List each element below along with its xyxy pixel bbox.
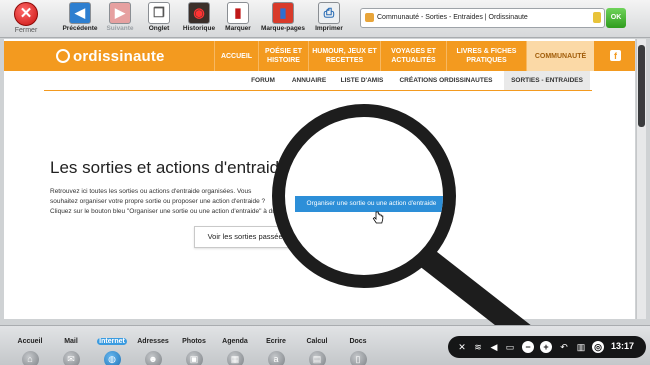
forward-arrow-icon: ▶ <box>109 2 131 24</box>
dock-mail[interactable]: Mail ✉ <box>50 330 92 365</box>
back-button[interactable]: ◀ Précédente <box>60 2 100 32</box>
history-icon: ◉ <box>188 2 210 24</box>
hand-cursor-icon <box>372 211 384 224</box>
forward-button[interactable]: ▶ Suivante <box>102 2 138 32</box>
close-icon: ✕ <box>14 2 38 26</box>
system-tray: ✕ ≋ ◀ ▭ − + ↶ ▥ ◎ 13:17 <box>448 336 646 358</box>
dock-photos[interactable]: Photos ▣ <box>173 330 215 365</box>
close-label: Fermer <box>14 27 38 34</box>
write-icon: a <box>267 351 285 365</box>
globe-icon: ◍ <box>103 351 121 365</box>
dock-ecrire[interactable]: Ecrire a <box>255 330 297 365</box>
nav-communaute[interactable]: COMMUNAUTÉ <box>526 41 594 71</box>
calendar-icon: ▦ <box>226 351 244 365</box>
address-bar[interactable]: Communauté - Sorties - Entraides | Ordis… <box>360 8 605 28</box>
battery-icon[interactable]: ▭ <box>504 341 516 353</box>
nav-voyages[interactable]: VOYAGES ET ACTUALITÉS <box>380 41 446 71</box>
tools-icon[interactable]: ✕ <box>456 341 468 353</box>
nav-poesie[interactable]: POÉSIE ET HISTOIRE <box>258 41 308 71</box>
tab-button[interactable]: ❐ Onglet <box>145 2 173 32</box>
close-button[interactable]: ✕ Fermer <box>6 2 46 38</box>
undo-icon[interactable]: ↶ <box>558 341 570 353</box>
magnifier-lens: Organiser une sortie ou une action d'ent… <box>272 104 456 288</box>
clock: 13:17 <box>611 341 635 351</box>
back-arrow-icon: ◀ <box>69 2 91 24</box>
tab-icon: ❐ <box>148 2 170 24</box>
logo-icon <box>56 49 70 63</box>
bookmark-icon: ▮ <box>227 2 249 24</box>
sub-navigation: FORUM ANNUAIRE LISTE D'AMIS CRÉATIONS OR… <box>44 71 592 91</box>
history-button[interactable]: ◉ Historique <box>180 2 218 32</box>
calculator-icon: ▤ <box>308 351 326 365</box>
subnav-annuaire[interactable]: ANNUAIRE <box>286 71 332 90</box>
address-text: Communauté - Sorties - Entraides | Ordis… <box>377 14 528 21</box>
dock-agenda[interactable]: Agenda ▦ <box>214 330 256 365</box>
dock-calcul[interactable]: Calcul ▤ <box>296 330 338 365</box>
page-title: Les sorties et actions d'entraide <box>50 158 289 177</box>
go-button[interactable]: OK <box>606 8 626 28</box>
nav-accueil[interactable]: ACCUEIL <box>214 41 258 71</box>
scrollbar-thumb[interactable] <box>638 45 645 127</box>
facebook-icon[interactable]: f <box>610 50 621 61</box>
dock-docs[interactable]: Docs ▯ <box>337 330 379 365</box>
print-button[interactable]: ⎙ Imprimer <box>312 2 346 32</box>
page-scrollbar[interactable] <box>636 39 646 319</box>
wifi-icon[interactable]: ≋ <box>472 341 484 353</box>
zoom-in-icon[interactable]: + <box>540 341 552 353</box>
nav-humour[interactable]: HUMOUR, JEUX ET RECETTES <box>308 41 380 71</box>
dock-internet[interactable]: Internet ◍ <box>91 330 133 365</box>
nav-livres[interactable]: LIVRES & FICHES PRATIQUES <box>446 41 526 71</box>
contacts-icon: ☻ <box>144 351 162 365</box>
lock-icon <box>593 12 601 23</box>
organize-outing-button[interactable]: Organiser une sortie ou une action d'ent… <box>295 196 443 212</box>
site-favicon-icon <box>365 13 374 22</box>
trash-icon[interactable]: ▥ <box>575 341 587 353</box>
volume-icon[interactable]: ◀ <box>488 341 500 353</box>
printer-icon: ⎙ <box>318 2 340 24</box>
docs-icon: ▯ <box>349 351 367 365</box>
subnav-creations[interactable]: CRÉATIONS ORDISSINAUTES <box>394 71 498 90</box>
browser-toolbar: ✕ Fermer ◀ Précédente ▶ Suivante ❐ Ongle… <box>0 0 650 38</box>
dock-adresses[interactable]: Adresses ☻ <box>132 330 174 365</box>
bookmarks-button[interactable]: ▮ Marque-pages <box>260 2 306 32</box>
site-header: ordissinaute ACCUEIL POÉSIE ET HISTOIRE … <box>4 41 635 71</box>
intro-text: Retrouvez ici toutes les sorties ou acti… <box>50 188 287 215</box>
dock-accueil[interactable]: Accueil ⌂ <box>9 330 51 365</box>
subnav-sorties[interactable]: SORTIES - ENTRAIDES <box>504 71 590 90</box>
help-icon[interactable]: ◎ <box>592 341 604 353</box>
zoom-out-icon[interactable]: − <box>522 341 534 353</box>
photos-icon: ▣ <box>185 351 203 365</box>
bookmarks-icon: ▮ <box>272 2 294 24</box>
site-logo[interactable]: ordissinaute <box>56 48 165 65</box>
bookmark-button[interactable]: ▮ Marquer <box>222 2 254 32</box>
mail-icon: ✉ <box>62 351 80 365</box>
home-icon: ⌂ <box>21 351 39 365</box>
subnav-forum[interactable]: FORUM <box>246 71 280 90</box>
subnav-amis[interactable]: LISTE D'AMIS <box>336 71 388 90</box>
